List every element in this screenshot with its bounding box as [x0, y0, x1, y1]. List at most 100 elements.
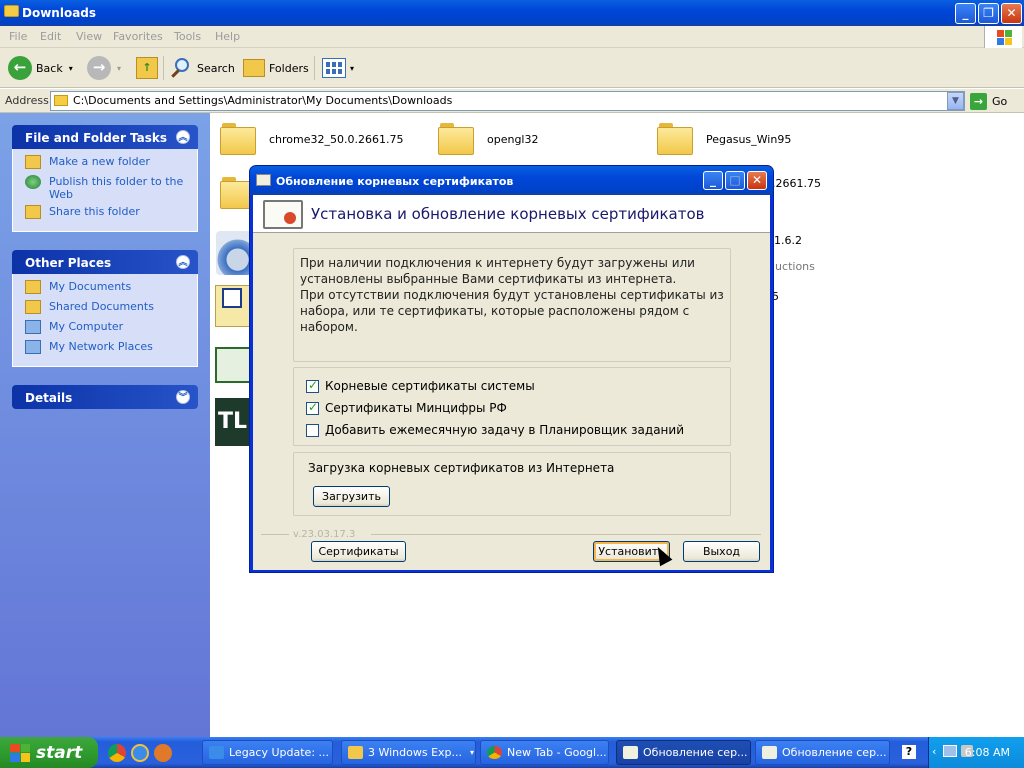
- address-dropdown-button[interactable]: ▼: [947, 92, 964, 110]
- file-item[interactable]: Pegasus_Win95: [657, 123, 791, 155]
- divider: [261, 534, 289, 535]
- place-label: My Network Places: [49, 340, 153, 353]
- checkbox-unchecked[interactable]: [306, 423, 319, 437]
- back-arrow-icon: ←: [8, 56, 32, 80]
- certificates-button[interactable]: Сертификаты: [311, 541, 406, 562]
- menu-bar: File Edit View Favorites Tools Help: [0, 26, 1024, 48]
- folder-icon: [4, 5, 19, 17]
- info-line: При отсутствии подключения будут установ…: [300, 288, 724, 302]
- taskbar-item[interactable]: New Tab - Googl...: [480, 740, 609, 765]
- search-button[interactable]: Search: [171, 54, 235, 82]
- panel-title: Other Places: [25, 256, 112, 270]
- file-item[interactable]: chrome32_50.0.2661.75: [220, 123, 404, 155]
- file-name[interactable]: luctions: [772, 260, 815, 273]
- firefox-icon[interactable]: [154, 744, 172, 762]
- taskbar-item[interactable]: Обновление сер...: [755, 740, 890, 765]
- dialog-maximize-button[interactable]: □: [725, 171, 745, 190]
- go-arrow-icon: →: [970, 92, 987, 110]
- search-label: Search: [197, 61, 235, 75]
- file-name[interactable]: -1.6.2: [770, 234, 802, 247]
- dialog-body: Установка и обновление корневых сертифик…: [253, 195, 770, 570]
- monthly-task-checkbox[interactable]: Добавить ежемесячную задачу в Планировщи…: [306, 419, 718, 441]
- window-titlebar[interactable]: Downloads _ ❐ ✕: [0, 0, 1024, 26]
- folder-icon: [220, 123, 256, 155]
- minimize-button[interactable]: _: [955, 3, 976, 24]
- options-group: Корневые сертификаты системы Сертификаты…: [293, 367, 731, 446]
- forward-arrow-icon: →: [87, 56, 111, 80]
- chevron-down-icon: ▾: [470, 748, 475, 757]
- globe-icon: [25, 175, 41, 189]
- up-folder-button[interactable]: ↑: [136, 54, 158, 82]
- details-header[interactable]: Details ︾: [12, 385, 198, 409]
- collapse-icon[interactable]: ︽: [176, 130, 190, 144]
- taskbar-item[interactable]: 3 Windows Exp... ▾: [341, 740, 476, 765]
- dialog-close-button[interactable]: ✕: [747, 171, 767, 190]
- menu-edit[interactable]: Edit: [40, 30, 61, 43]
- document-icon[interactable]: [215, 285, 253, 327]
- shared-documents-link[interactable]: Shared Documents: [23, 300, 197, 320]
- make-new-folder-link[interactable]: Make a new folder: [23, 155, 197, 175]
- taskbar-item-active[interactable]: Обновление сер...: [616, 740, 751, 765]
- expand-icon[interactable]: ︾: [176, 390, 190, 404]
- internet-explorer-icon[interactable]: [131, 744, 149, 762]
- menu-view[interactable]: View: [76, 30, 102, 43]
- chrome-icon[interactable]: [108, 744, 126, 762]
- my-network-places-link[interactable]: My Network Places: [23, 340, 197, 360]
- certificate-file-icon[interactable]: [215, 347, 253, 383]
- task-pane: File and Folder Tasks ︽ Make a new folde…: [0, 113, 210, 737]
- publish-folder-link[interactable]: Publish this folder to the Web: [23, 175, 197, 205]
- dialog-minimize-button[interactable]: _: [703, 171, 723, 190]
- collapse-icon[interactable]: ︽: [176, 255, 190, 269]
- views-button[interactable]: ▾: [322, 54, 354, 82]
- my-documents-link[interactable]: My Documents: [23, 280, 197, 300]
- chevron-left-icon[interactable]: ‹: [932, 745, 936, 758]
- folders-button[interactable]: Folders: [243, 54, 309, 82]
- restore-button[interactable]: ❐: [978, 3, 999, 24]
- file-name: Pegasus_Win95: [706, 132, 792, 146]
- forward-button[interactable]: → ▾: [87, 54, 121, 82]
- menu-help[interactable]: Help: [215, 30, 240, 43]
- go-button[interactable]: → Go: [970, 92, 1020, 110]
- info-group: При наличии подключения к интернету буду…: [293, 248, 731, 362]
- other-places-header[interactable]: Other Places ︽: [12, 250, 198, 274]
- file-folder-tasks-header[interactable]: File and Folder Tasks ︽: [12, 125, 198, 149]
- chrome-icon: [487, 746, 502, 759]
- task-label: Обновление сер...: [782, 746, 887, 759]
- download-button[interactable]: Загрузить: [313, 486, 390, 507]
- download-group: Загрузка корневых сертификатов из Интерн…: [293, 452, 731, 516]
- exit-button[interactable]: Выход: [683, 541, 760, 562]
- tl-app-icon[interactable]: TL: [215, 398, 253, 446]
- file-name: opengl32: [487, 132, 539, 146]
- installer-icon[interactable]: [216, 231, 252, 275]
- mintsifry-certs-checkbox[interactable]: Сертификаты Минцифры РФ: [306, 397, 718, 419]
- back-button[interactable]: ← Back ▾: [8, 54, 73, 82]
- checkbox-label: Корневые сертификаты системы: [325, 379, 535, 393]
- chevron-down-icon: ▾: [68, 63, 73, 73]
- dialog-titlebar[interactable]: Обновление корневых сертификатов _ □ ✕: [250, 166, 773, 195]
- share-folder-link[interactable]: Share this folder: [23, 205, 197, 225]
- menu-tools[interactable]: Tools: [174, 30, 201, 43]
- network-icon[interactable]: [943, 745, 957, 757]
- help-icon[interactable]: ?: [902, 745, 916, 759]
- place-label: Shared Documents: [49, 300, 154, 313]
- start-button[interactable]: start: [0, 737, 98, 768]
- folder-icon: [657, 123, 693, 155]
- my-computer-link[interactable]: My Computer: [23, 320, 197, 340]
- menu-file[interactable]: File: [9, 30, 27, 43]
- up-folder-icon: ↑: [136, 57, 158, 79]
- file-name[interactable]: .2661.75: [772, 177, 821, 190]
- taskbar-item[interactable]: Legacy Update: ...: [202, 740, 333, 765]
- back-label: Back: [36, 61, 63, 75]
- checkbox-checked[interactable]: [306, 400, 319, 415]
- address-input[interactable]: C:\Documents and Settings\Administrator\…: [50, 91, 965, 111]
- menu-favorites[interactable]: Favorites: [113, 30, 163, 43]
- info-line: установлены выбранные Вами сертификаты и…: [300, 272, 677, 286]
- close-button[interactable]: ✕: [1001, 3, 1022, 24]
- address-path: C:\Documents and Settings\Administrator\…: [73, 94, 453, 107]
- checkbox-checked[interactable]: [306, 378, 319, 393]
- dialog-banner: Установка и обновление корневых сертифик…: [253, 195, 770, 233]
- certificate-icon: [623, 746, 638, 759]
- folders-label: Folders: [269, 61, 309, 75]
- file-item[interactable]: opengl32: [438, 123, 539, 155]
- system-root-certs-checkbox[interactable]: Корневые сертификаты системы: [306, 375, 718, 397]
